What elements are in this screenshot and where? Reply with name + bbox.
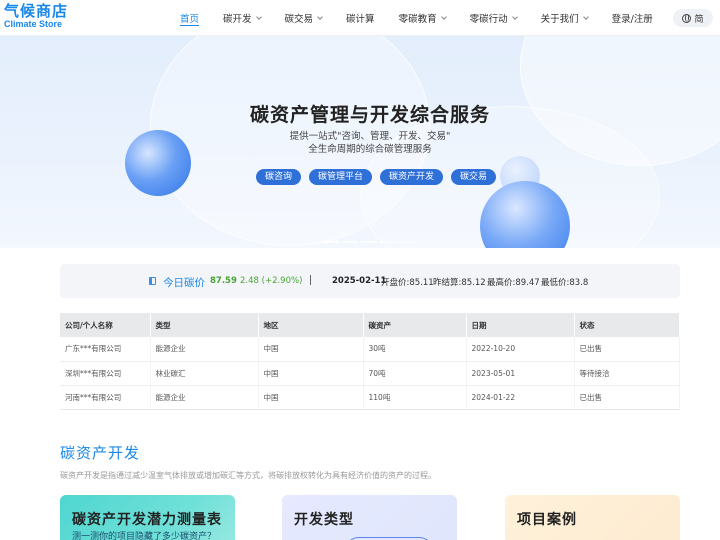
chevron-down-icon [255,13,262,20]
hero-button-asset-dev[interactable]: 碳资产开发 [380,169,444,185]
price-value: 87.59 [210,276,237,286]
carousel-dot[interactable] [399,241,415,243]
section-title: 碳资产开发 [60,444,141,462]
cell-status: 等待接洽 [574,361,680,386]
hero-banner: 碳资产管理与开发综合服务 提供一站式"咨询、管理、开发、交易" 全生命周期的综合… [0,36,720,248]
chevron-down-icon [440,13,447,20]
nav-item-carbon-calc[interactable]: 碳计算 [346,0,375,36]
high-price: 最高价:89.47 [487,278,540,288]
cell-company: 河南***有限公司 [60,385,151,410]
carbon-price-bar: 今日碳价 87.59 2.48 (+2.90%) 2025-02-11 开盘价:… [60,264,680,298]
card-project-cases[interactable]: 项目案例 [505,495,680,540]
cell-type: 能源企业 [150,385,259,410]
nav-item-about[interactable]: 关于我们 [540,0,589,36]
nav-label: 登录/注册 [611,14,653,25]
card-development-types[interactable]: 开发类型 [282,495,457,540]
carousel-dot[interactable] [323,241,339,243]
cell-company: 深圳***有限公司 [60,361,151,386]
cell-type: 林业碳汇 [150,361,259,386]
globe-icon [682,13,692,23]
top-navbar: 气候商店 Climate Store 首页 碳开发 碳交易 碳计算 零碳教育 零… [0,0,720,36]
carousel-dot[interactable] [342,241,358,243]
language-label: 简 [694,14,704,25]
price-date: 2025-02-11 [332,276,387,286]
hero-subtitle: 提供一站式"咨询、管理、开发、交易" [289,131,451,142]
cell-status: 已出售 [574,385,680,410]
cell-region: 中国 [258,385,364,410]
nav-label: 碳开发 [223,14,252,25]
cell-date: 2024-01-22 [466,385,575,410]
hero-title: 碳资产管理与开发综合服务 [249,104,490,126]
card-title: 开发类型 [294,512,354,528]
chevron-down-icon [582,13,589,20]
divider [310,275,311,285]
nav-label: 零碳行动 [469,14,508,25]
nav-label: 零碳教育 [398,14,437,25]
column-header: 日期 [466,313,575,337]
table-row[interactable]: 河南***有限公司 能源企业 中国 110吨 2024-01-22 已出售 [60,385,680,410]
cell-asset: 30吨 [363,337,467,362]
carousel-dot[interactable] [380,241,396,243]
cell-company: 广东***有限公司 [60,337,151,362]
transaction-table: 公司/个人名称 类型 地区 碳资产 日期 状态 广东***有限公司 能源企业 中… [60,313,680,410]
nav-item-carbon-trade[interactable]: 碳交易 [285,0,323,36]
price-label: 今日碳价 [163,277,205,289]
cell-asset: 110吨 [363,385,467,410]
hero-button-trade[interactable]: 碳交易 [451,169,497,185]
cell-date: 2022-10-20 [466,337,575,362]
login-register-link[interactable]: 登录/注册 [612,0,653,36]
table-header-row: 公司/个人名称 类型 地区 碳资产 日期 状态 [60,313,680,337]
column-header: 类型 [150,313,259,337]
column-header: 状态 [574,313,680,337]
card-subtitle: 测一测你的项目隐藏了多少碳资产？ [72,532,217,540]
price-change: 2.48 (+2.90%) [240,276,303,286]
nav-item-zero-edu[interactable]: 零碳教育 [398,0,447,36]
table-row[interactable]: 广东***有限公司 能源企业 中国 30吨 2022-10-20 已出售 [60,337,680,362]
cell-status: 已出售 [574,337,680,362]
nav-item-home[interactable]: 首页 [180,0,200,36]
column-header: 地区 [258,313,364,337]
language-switch[interactable]: 简 [673,9,713,27]
hero-subtitle: 全生命周期的综合碳管理服务 [308,144,432,155]
nav-item-zero-action[interactable]: 零碳行动 [469,0,518,36]
hero-buttons: 碳咨询 碳管理平台 碳资产开发 碳交易 [256,169,504,185]
table-row[interactable]: 深圳***有限公司 林业碳汇 中国 70吨 2023-05-01 等待接洽 [60,361,680,386]
logo-text-cn: 气候商店 [4,2,69,20]
nav-label: 关于我们 [540,14,579,25]
carousel-indicators [323,241,418,243]
low-price: 最低价:83.8 [541,278,589,288]
chevron-down-icon [317,13,323,20]
speaker-icon [149,277,156,285]
nav-label: 碳交易 [284,14,314,25]
column-header: 公司/个人名称 [60,313,151,337]
column-header: 碳资产 [363,313,467,337]
previous-settle: 昨结算:85.12 [433,278,486,288]
card-title: 项目案例 [517,512,577,528]
logo[interactable]: 气候商店 Climate Store [4,3,74,30]
cell-type: 能源企业 [150,337,259,362]
nav-label: 首页 [180,14,200,25]
hero-button-platform[interactable]: 碳管理平台 [309,169,373,185]
hero-button-consult[interactable]: 碳咨询 [256,169,302,185]
open-price: 开盘价:85.11 [381,278,434,288]
nav-item-carbon-dev[interactable]: 碳开发 [223,0,262,36]
cell-date: 2023-05-01 [466,361,575,386]
logo-text-en: Climate Store [4,19,63,29]
carousel-dot[interactable] [361,241,377,243]
cell-asset: 70吨 [363,361,467,386]
nav-label: 碳计算 [346,14,375,25]
chevron-down-icon [511,13,518,20]
card-title: 碳资产开发潜力测量表 [72,512,222,528]
card-potential-assessment[interactable]: 碳资产开发潜力测量表 测一测你的项目隐藏了多少碳资产？ [60,495,235,540]
section-description: 碳资产开发是指通过减少温室气体排放或增加碳汇等方式，将碳排放权转化为具有经济价值… [60,471,436,480]
main-menu: 首页 碳开发 碳交易 碳计算 零碳教育 零碳行动 关于我们 登录/注册 [180,0,653,36]
cell-region: 中国 [258,361,364,386]
cell-region: 中国 [258,337,364,362]
